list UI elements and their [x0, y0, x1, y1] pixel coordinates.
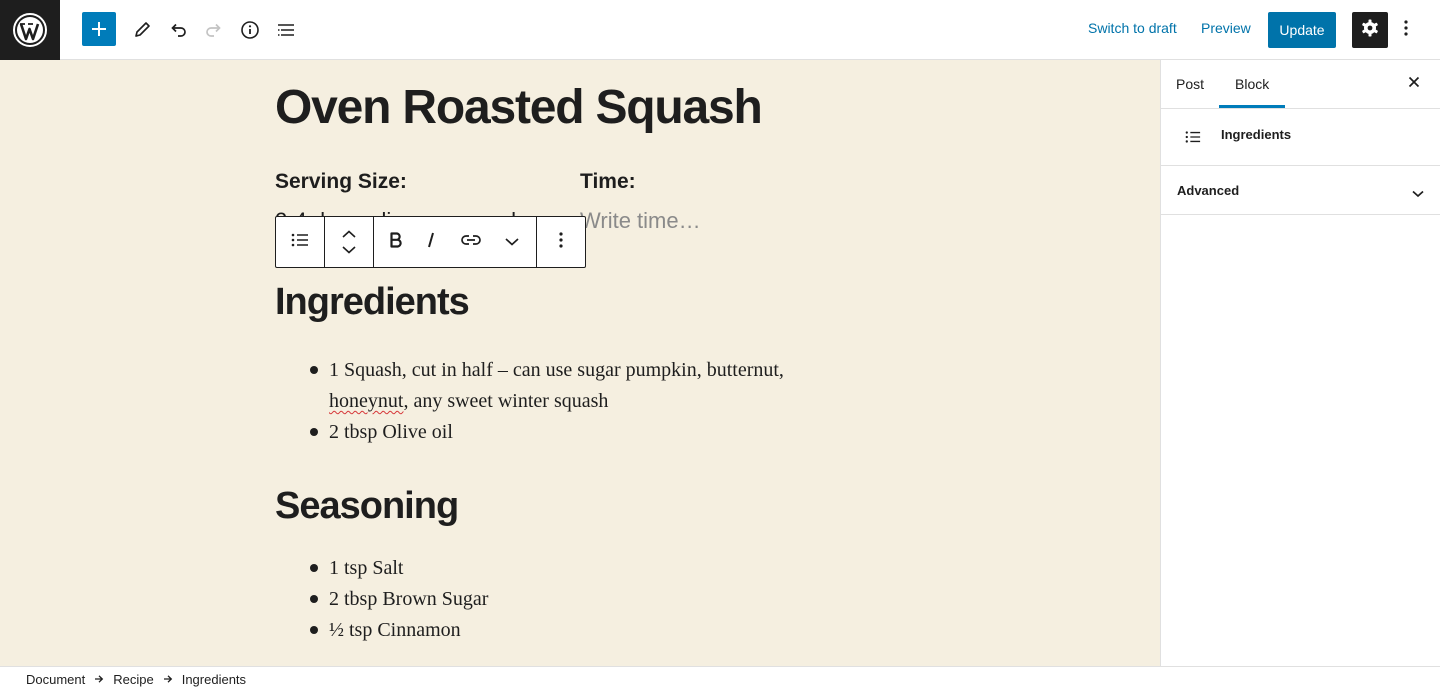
- link-icon: [460, 233, 482, 251]
- italic-button[interactable]: [415, 217, 447, 267]
- list-item-text: 1 Squash, cut in half – can use sugar pu…: [329, 359, 784, 381]
- close-icon: [1408, 75, 1420, 93]
- preview-button[interactable]: Preview: [1201, 20, 1251, 36]
- sidebar-tabs: Post Block: [1161, 60, 1440, 109]
- post-title[interactable]: Oven Roasted Squash: [275, 80, 763, 135]
- settings-button[interactable]: [1352, 12, 1388, 48]
- block-options-button[interactable]: [541, 217, 581, 267]
- seasoning-heading[interactable]: Seasoning: [275, 485, 459, 528]
- undo-icon: [168, 20, 188, 40]
- move-down-icon: [342, 241, 356, 259]
- block-options-group: [537, 217, 585, 267]
- editor-header: Switch to draft Preview Update: [0, 0, 1440, 60]
- seasoning-list[interactable]: 1 tsp Salt 2 tbsp Brown Sugar ½ tsp Cinn…: [310, 553, 849, 646]
- wordpress-logo-icon[interactable]: [0, 0, 60, 60]
- more-rich-text-button[interactable]: [494, 217, 530, 267]
- block-toolbar: [275, 216, 586, 268]
- arrow-right-icon: [163, 674, 173, 684]
- undo-button[interactable]: [160, 12, 196, 48]
- add-block-button[interactable]: [82, 12, 116, 46]
- misspelled-word[interactable]: honeynut: [329, 390, 403, 412]
- link-button[interactable]: [451, 217, 491, 267]
- list-item[interactable]: 1 tsp Salt: [310, 553, 849, 584]
- ingredients-heading[interactable]: Ingredients: [275, 281, 470, 324]
- more-vertical-icon: [559, 231, 563, 253]
- pencil-icon: [132, 20, 152, 40]
- list-icon: [291, 232, 309, 253]
- block-card-title: Ingredients: [1221, 127, 1292, 142]
- time-placeholder[interactable]: Write time…: [580, 208, 701, 234]
- switch-to-draft-button[interactable]: Switch to draft: [1088, 20, 1177, 36]
- list-item-text: 1 tsp Salt: [329, 557, 404, 579]
- breadcrumb-ingredients: Ingredients: [181, 671, 247, 687]
- advanced-panel-toggle[interactable]: Advanced: [1161, 166, 1440, 215]
- list-item-text: 2 tbsp Olive oil: [329, 421, 453, 443]
- block-type-button[interactable]: [276, 217, 324, 267]
- list-view-icon: [276, 20, 296, 40]
- plus-icon: [91, 21, 107, 37]
- more-vertical-icon: [1404, 19, 1408, 41]
- gear-icon: [1360, 18, 1380, 43]
- italic-icon: [426, 232, 436, 253]
- tools-button[interactable]: [124, 12, 160, 48]
- close-sidebar-button[interactable]: [1404, 74, 1424, 94]
- arrow-right-icon: [94, 674, 104, 684]
- tab-block[interactable]: Block: [1219, 60, 1285, 108]
- tab-post[interactable]: Post: [1176, 60, 1204, 108]
- redo-icon: [204, 20, 224, 40]
- block-card: Ingredients: [1161, 109, 1440, 166]
- settings-sidebar: Post Block Ingredients Advanced: [1160, 60, 1440, 666]
- list-view-button[interactable]: [268, 12, 304, 48]
- chevron-down-icon: [505, 233, 519, 251]
- ingredients-list[interactable]: 1 Squash, cut in half – can use sugar pu…: [310, 355, 849, 448]
- block-breadcrumb: Document Recipe Ingredients: [0, 666, 1440, 691]
- update-button[interactable]: Update: [1268, 12, 1336, 48]
- details-button[interactable]: [232, 12, 268, 48]
- editor-canvas[interactable]: Oven Roasted Squash Serving Size: Time: …: [0, 60, 1160, 666]
- info-icon: [240, 20, 260, 40]
- list-item[interactable]: ½ tsp Cinnamon: [310, 615, 849, 646]
- move-up-button[interactable]: [325, 226, 373, 242]
- list-item-text: 2 tbsp Brown Sugar: [329, 588, 489, 610]
- bold-button[interactable]: [380, 217, 412, 267]
- panel-title: Advanced: [1177, 183, 1240, 198]
- list-item[interactable]: 2 tbsp Olive oil: [310, 417, 849, 448]
- chevron-down-icon: [1412, 185, 1424, 203]
- time-label[interactable]: Time:: [580, 170, 636, 194]
- breadcrumb-recipe[interactable]: Recipe: [113, 672, 153, 687]
- block-type-group: [276, 217, 325, 267]
- bold-icon: [389, 231, 403, 253]
- move-down-button[interactable]: [325, 242, 373, 258]
- formatting-group: [374, 217, 537, 267]
- list-item[interactable]: 1 Squash, cut in half – can use sugar pu…: [310, 355, 849, 417]
- serving-size-label[interactable]: Serving Size:: [275, 170, 407, 194]
- list-item-text: ½ tsp Cinnamon: [329, 619, 461, 641]
- redo-button[interactable]: [196, 12, 232, 48]
- list-item-text: , any sweet winter squash: [403, 390, 609, 412]
- list-item[interactable]: 2 tbsp Brown Sugar: [310, 584, 849, 615]
- mover-group: [325, 217, 374, 267]
- list-icon: [1185, 129, 1201, 150]
- breadcrumb-document[interactable]: Document: [26, 672, 85, 687]
- options-button[interactable]: [1396, 12, 1416, 48]
